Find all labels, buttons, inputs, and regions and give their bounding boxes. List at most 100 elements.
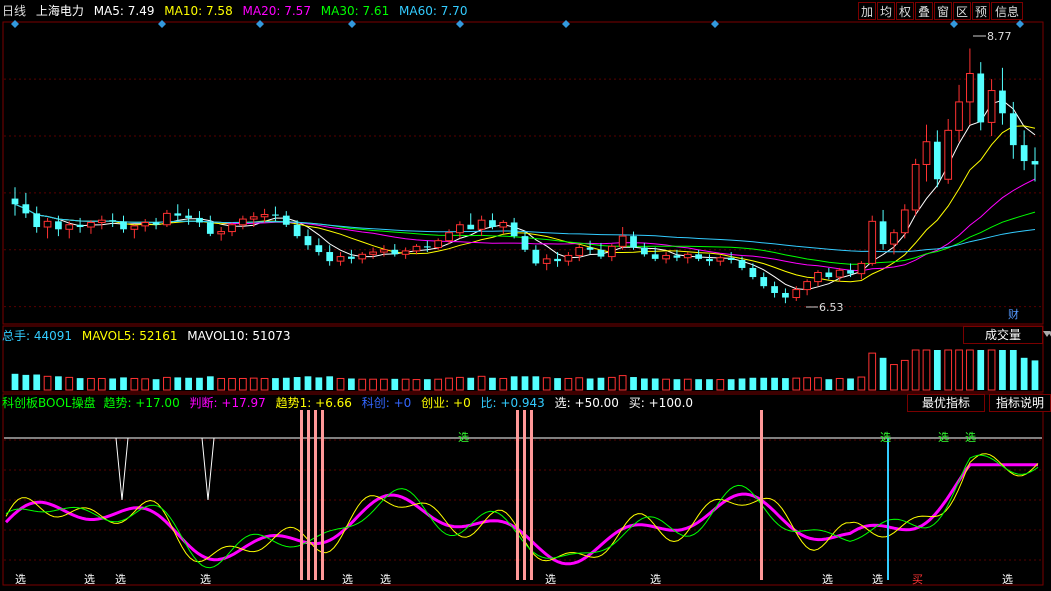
candle[interactable]: [825, 267, 833, 280]
candle[interactable]: [141, 219, 150, 232]
candle[interactable]: [803, 279, 811, 296]
candle[interactable]: [336, 252, 345, 266]
candle[interactable]: [760, 272, 768, 289]
candle[interactable]: [391, 244, 399, 257]
candle[interactable]: [955, 84, 963, 142]
candle[interactable]: [847, 263, 854, 278]
candle[interactable]: [348, 249, 355, 264]
candle[interactable]: [564, 252, 573, 266]
candle[interactable]: [130, 224, 139, 239]
candle[interactable]: [196, 211, 203, 228]
candle[interactable]: [217, 227, 226, 241]
toolbar-average-button[interactable]: 均: [877, 2, 895, 20]
event-diamond-icon[interactable]: [711, 20, 719, 28]
candle[interactable]: [662, 252, 670, 264]
candle[interactable]: [477, 215, 486, 237]
toolbar-overlay-button[interactable]: 叠: [915, 2, 933, 20]
candle[interactable]: [315, 238, 323, 256]
candle[interactable]: [575, 245, 584, 262]
candle[interactable]: [521, 231, 529, 253]
candle[interactable]: [369, 247, 377, 259]
event-diamond-icon[interactable]: [158, 20, 166, 28]
candle[interactable]: [532, 245, 540, 266]
indicator-name[interactable]: 科创板BOOL操盘: [2, 396, 96, 410]
candle[interactable]: [695, 249, 702, 262]
candle[interactable]: [76, 217, 84, 233]
candle[interactable]: [618, 227, 627, 250]
candle[interactable]: [944, 118, 953, 184]
toolbar-window-button[interactable]: 窗: [934, 2, 952, 20]
candle[interactable]: [814, 270, 822, 287]
candle[interactable]: [185, 208, 192, 225]
candle[interactable]: [163, 209, 171, 228]
candle[interactable]: [228, 222, 236, 237]
candle[interactable]: [542, 254, 551, 271]
event-diamond-icon[interactable]: [11, 20, 19, 28]
candle[interactable]: [640, 242, 648, 257]
candle[interactable]: [782, 288, 789, 304]
candle[interactable]: [97, 215, 106, 230]
toolbar-range-button[interactable]: 区: [953, 2, 971, 20]
candle[interactable]: [282, 211, 290, 228]
event-diamond-icon[interactable]: [348, 20, 356, 28]
candle[interactable]: [120, 215, 127, 233]
candle[interactable]: [911, 158, 920, 216]
candle[interactable]: [326, 245, 334, 266]
candle[interactable]: [152, 217, 160, 230]
candle[interactable]: [109, 213, 117, 228]
candle[interactable]: [857, 261, 866, 280]
candle[interactable]: [22, 192, 30, 218]
toolbar-add-button[interactable]: 加: [858, 2, 876, 20]
finance-marker[interactable]: 财: [1008, 307, 1019, 321]
candle[interactable]: [716, 255, 725, 266]
candle[interactable]: [174, 204, 182, 222]
event-diamond-icon[interactable]: [950, 20, 958, 28]
toolbar-forecast-button[interactable]: 预: [972, 2, 990, 20]
candle[interactable]: [987, 79, 996, 137]
stock-chart-window[interactable]: 选选选选选选选选选选选选选选选买 8.77 6.53 财 日线 上海电力 MA5…: [0, 0, 1051, 588]
candle[interactable]: [87, 220, 95, 234]
candle[interactable]: [412, 244, 421, 255]
candle[interactable]: [467, 213, 475, 230]
candle[interactable]: [304, 229, 312, 250]
event-diamond-icon[interactable]: [562, 20, 570, 28]
volume-dropdown-arrow[interactable]: [1043, 326, 1051, 344]
candle[interactable]: [706, 254, 713, 266]
candle[interactable]: [607, 244, 616, 262]
candle[interactable]: [683, 252, 692, 264]
candle[interactable]: [879, 209, 887, 250]
toolbar-info-button[interactable]: 信息: [991, 2, 1023, 20]
candle[interactable]: [239, 215, 247, 230]
tab-best-indicator[interactable]: 最优指标: [907, 394, 985, 412]
candle[interactable]: [771, 281, 778, 298]
candle[interactable]: [358, 252, 367, 264]
candle[interactable]: [792, 286, 801, 301]
candle[interactable]: [922, 124, 931, 182]
candle[interactable]: [43, 217, 52, 239]
candle[interactable]: [999, 67, 1006, 125]
event-diamond-icon[interactable]: [256, 20, 264, 28]
event-markers[interactable]: [11, 20, 1024, 28]
event-diamond-icon[interactable]: [456, 20, 464, 28]
candle[interactable]: [401, 247, 410, 259]
candle[interactable]: [890, 229, 898, 255]
candlestick-series[interactable]: [11, 48, 1039, 304]
candle[interactable]: [206, 215, 214, 237]
candle[interactable]: [900, 204, 909, 239]
candle[interactable]: [11, 187, 19, 216]
candle[interactable]: [586, 240, 594, 255]
candle[interactable]: [977, 62, 985, 131]
candle[interactable]: [1031, 147, 1039, 182]
candle[interactable]: [933, 130, 941, 188]
candle[interactable]: [1009, 101, 1017, 159]
candle[interactable]: [489, 213, 496, 230]
candle[interactable]: [499, 220, 508, 234]
period-label[interactable]: 日线: [2, 4, 26, 18]
candle[interactable]: [651, 247, 659, 262]
tab-indicator-help[interactable]: 指标说明: [989, 394, 1051, 412]
candle[interactable]: [1020, 130, 1028, 171]
candle[interactable]: [33, 206, 41, 233]
volume-indicator-select[interactable]: 成交量: [963, 326, 1051, 344]
candle[interactable]: [510, 217, 518, 239]
toolbar-rights-button[interactable]: 权: [896, 2, 914, 20]
